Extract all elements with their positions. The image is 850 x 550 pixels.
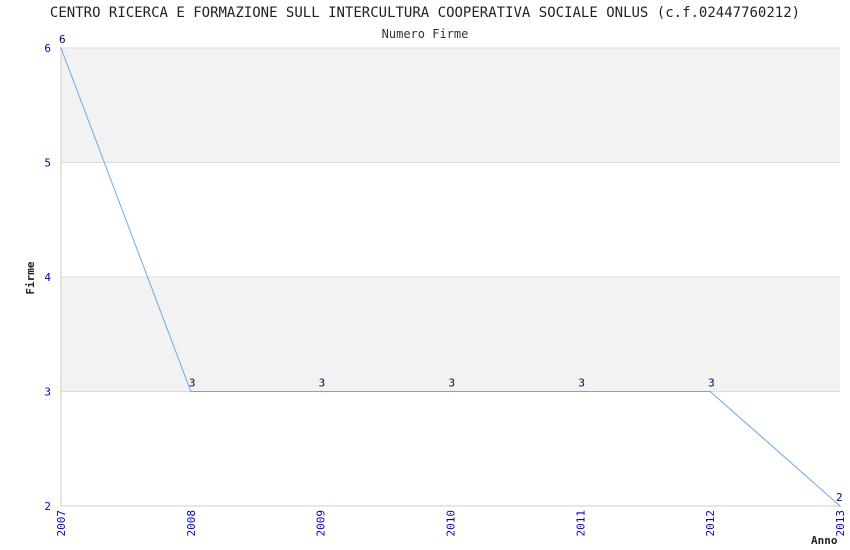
data-label: 3 xyxy=(449,377,456,390)
x-tick-label: 2009 xyxy=(315,510,328,537)
x-tick-label: 2011 xyxy=(574,510,587,537)
x-tick-label: 2012 xyxy=(704,510,717,537)
x-axis-label: Anno xyxy=(811,534,838,547)
x-tick-labels: 2007 2008 2009 2010 2011 2012 2013 xyxy=(55,510,847,537)
data-point xyxy=(709,390,711,393)
y-tick-label: 5 xyxy=(44,157,51,170)
data-label: 3 xyxy=(708,377,715,390)
y-tick-label: 4 xyxy=(44,271,51,284)
background-band xyxy=(61,277,840,392)
line-chart: 63 3 3 3 32 23456 2007 2008 2009 2010 2011 2012 20… xyxy=(24,33,847,547)
data-label: 3 xyxy=(578,377,585,390)
data-point xyxy=(190,390,192,393)
background-band xyxy=(61,48,840,163)
x-tick-label: 2010 xyxy=(445,510,458,537)
data-point xyxy=(839,505,841,507)
y-tick-label: 2 xyxy=(44,500,51,513)
x-tick-label: 2007 xyxy=(55,510,68,537)
x-tick-label: 2008 xyxy=(185,510,198,537)
data-label: 6 xyxy=(59,33,66,46)
x-tick-label: 2013 xyxy=(834,510,847,537)
data-point xyxy=(579,390,582,393)
y-tick-labels: 2 3 4 5 6 xyxy=(44,42,51,513)
data-label: 3 xyxy=(189,377,196,390)
background-band xyxy=(61,162,840,277)
data-label: 3 xyxy=(319,377,326,390)
data-point xyxy=(449,390,452,393)
data-point xyxy=(319,390,322,393)
background-band xyxy=(61,391,840,506)
data-point xyxy=(60,47,62,49)
y-axis-label: Firme xyxy=(24,261,37,294)
y-tick-label: 3 xyxy=(44,386,51,399)
data-label: 2 xyxy=(836,491,843,504)
y-tick-label: 6 xyxy=(44,42,51,55)
